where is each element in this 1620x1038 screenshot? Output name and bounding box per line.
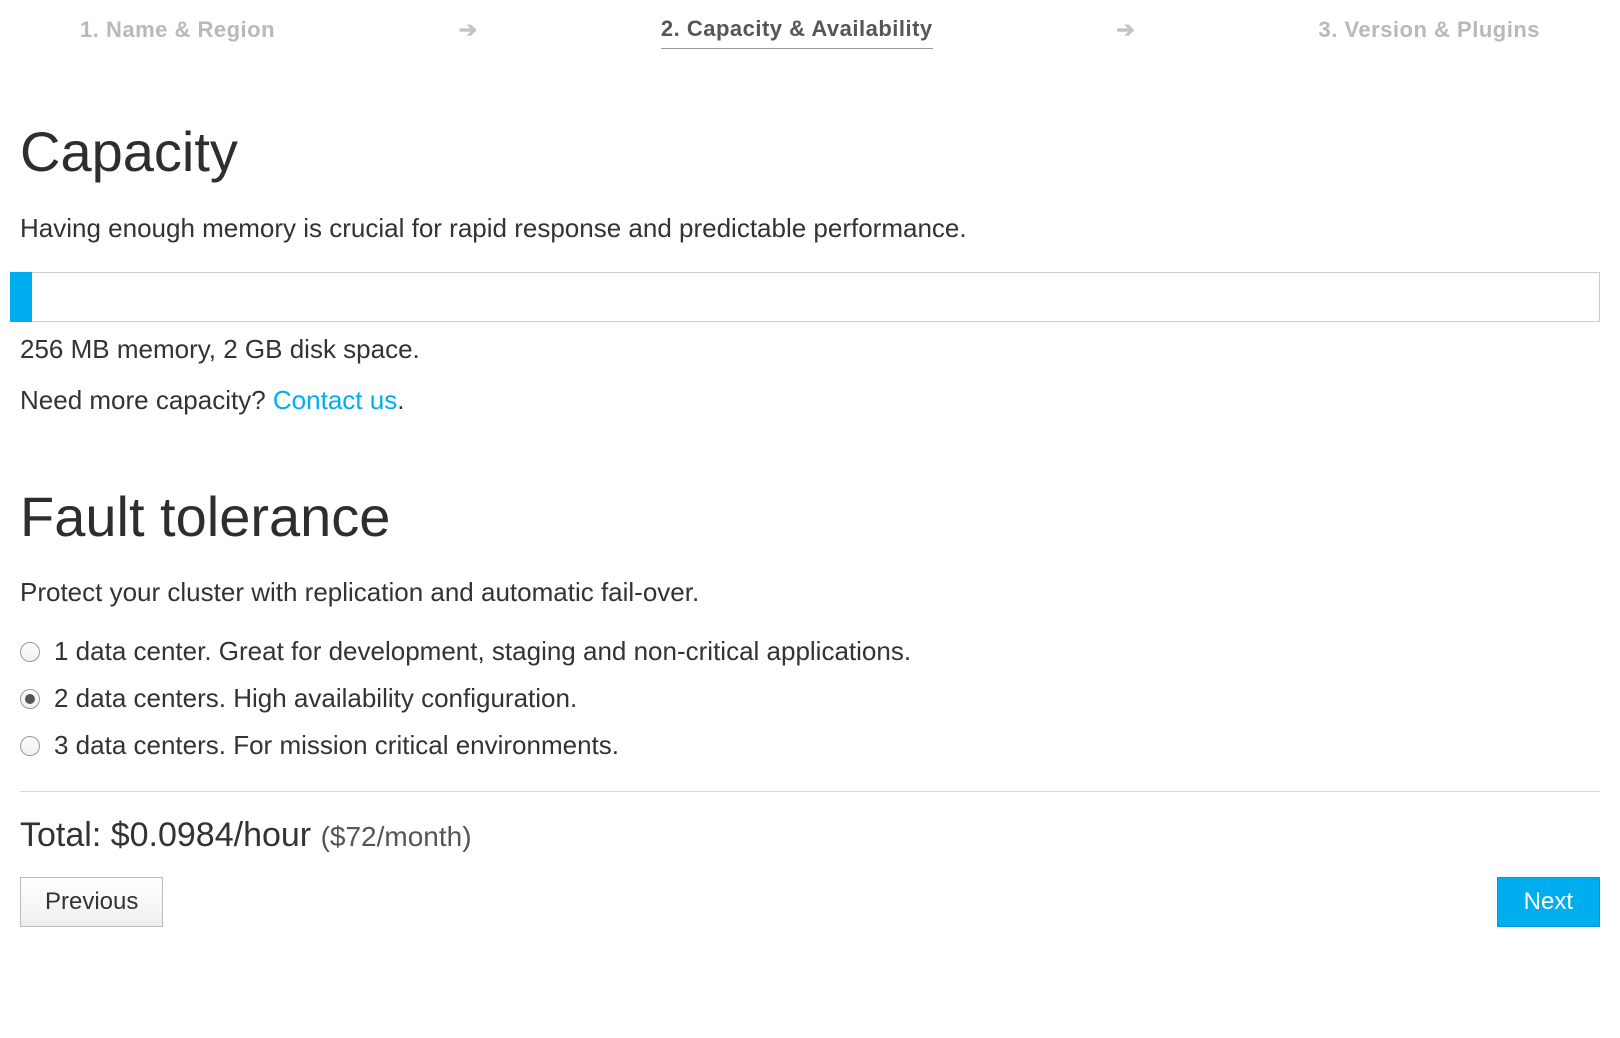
capacity-selected-value: 256 MB memory, 2 GB disk space. — [20, 334, 1600, 365]
slider-handle[interactable] — [10, 272, 32, 322]
total-hourly: $0.0984/hour — [111, 816, 311, 854]
wizard-steps: 1. Name & Region ➔ 2. Capacity & Availab… — [0, 0, 1620, 61]
fault-tolerance-heading: Fault tolerance — [20, 486, 1600, 548]
radio-icon — [20, 689, 40, 709]
radio-option-2-datacenters[interactable]: 2 data centers. High availability config… — [20, 683, 1600, 714]
radio-label: 3 data centers. For mission critical env… — [54, 730, 619, 761]
radio-icon — [20, 736, 40, 756]
main-content: Capacity Having enough memory is crucial… — [0, 61, 1620, 947]
more-capacity-prefix: Need more capacity? — [20, 385, 273, 415]
capacity-slider[interactable] — [10, 272, 1600, 322]
wizard-step-name-region[interactable]: 1. Name & Region — [80, 11, 275, 49]
radio-label: 2 data centers. High availability config… — [54, 683, 577, 714]
slider-track[interactable] — [30, 272, 1600, 322]
capacity-description: Having enough memory is crucial for rapi… — [20, 213, 1600, 244]
wizard-step-version-plugins[interactable]: 3. Version & Plugins — [1318, 11, 1540, 49]
fault-tolerance-options: 1 data center. Great for development, st… — [20, 636, 1600, 761]
radio-label: 1 data center. Great for development, st… — [54, 636, 911, 667]
more-capacity-suffix: . — [397, 385, 404, 415]
next-button[interactable]: Next — [1497, 877, 1600, 927]
button-row: Previous Next — [20, 877, 1600, 927]
chevron-right-icon: ➔ — [1116, 17, 1134, 43]
divider — [20, 791, 1600, 792]
more-capacity-text: Need more capacity? Contact us. — [20, 385, 1600, 416]
fault-tolerance-description: Protect your cluster with replication an… — [20, 577, 1600, 608]
radio-option-3-datacenters[interactable]: 3 data centers. For mission critical env… — [20, 730, 1600, 761]
chevron-right-icon: ➔ — [459, 17, 477, 43]
total-prefix: Total: — [20, 816, 111, 854]
wizard-step-capacity-availability[interactable]: 2. Capacity & Availability — [661, 10, 933, 49]
capacity-heading: Capacity — [20, 121, 1600, 183]
contact-us-link[interactable]: Contact us — [273, 385, 397, 415]
total-monthly: ($72/month) — [321, 821, 472, 852]
radio-option-1-datacenter[interactable]: 1 data center. Great for development, st… — [20, 636, 1600, 667]
total-price: Total: $0.0984/hour ($72/month) — [20, 816, 1600, 855]
radio-icon — [20, 642, 40, 662]
previous-button[interactable]: Previous — [20, 877, 163, 927]
